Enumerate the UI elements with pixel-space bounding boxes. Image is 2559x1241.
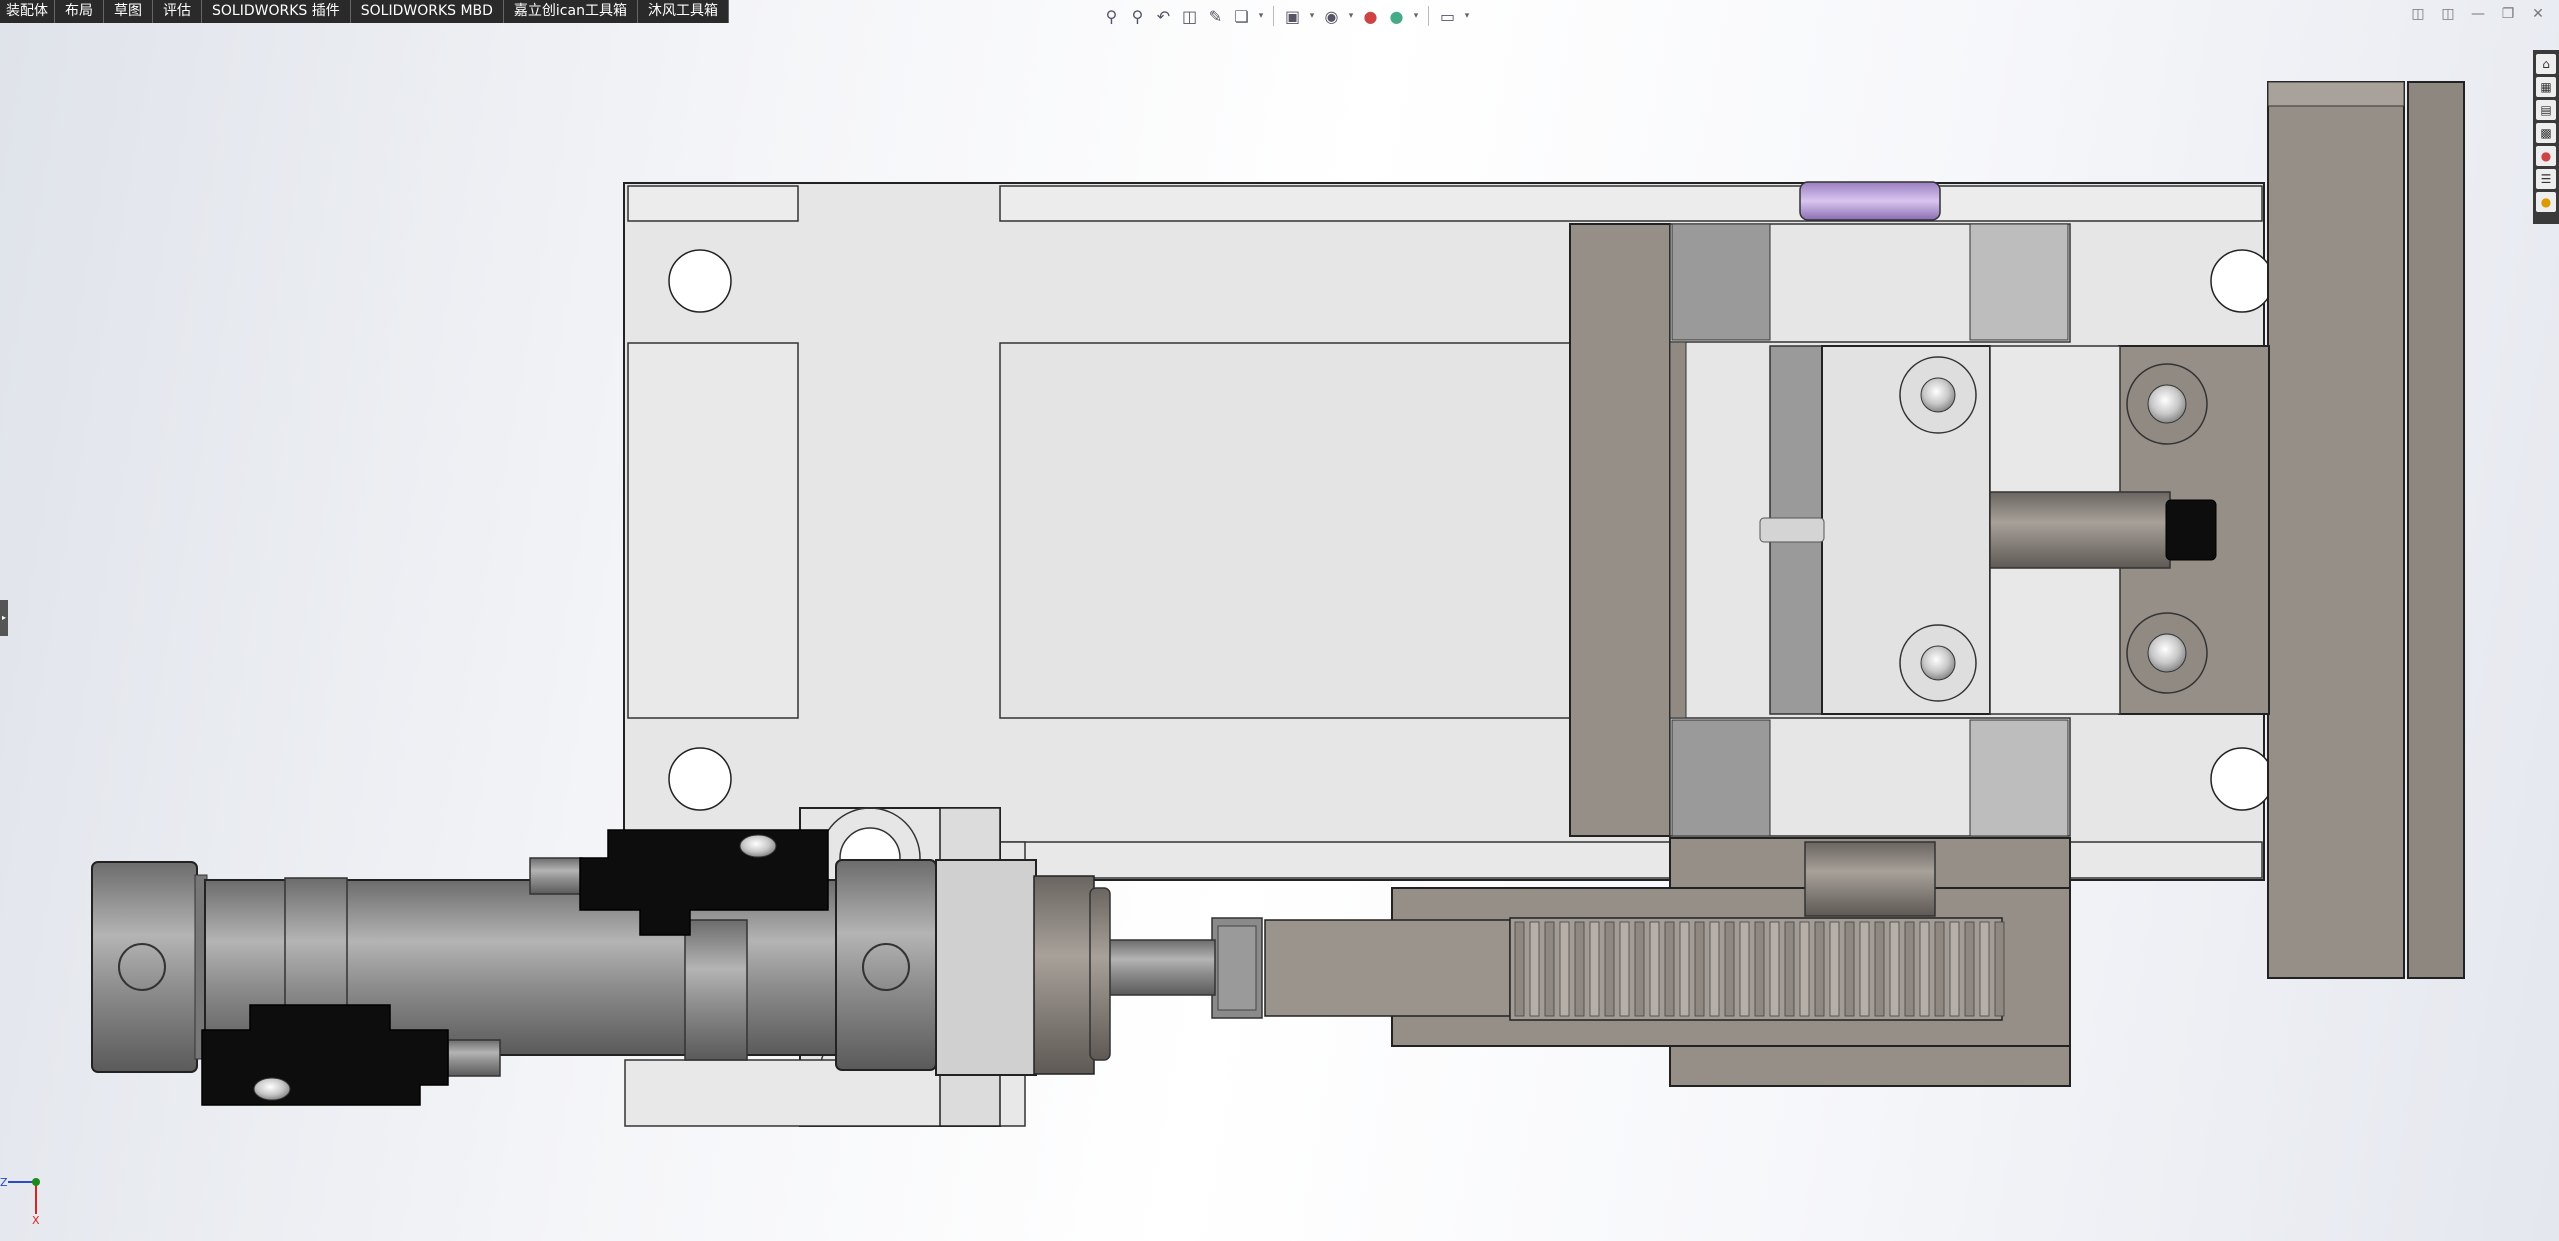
rack-tooth [1784,921,1795,1017]
rack-tooth [1529,921,1540,1017]
rack-tooth [1979,921,1990,1017]
rack-tooth [1619,921,1630,1017]
rack-tooth [1589,921,1600,1017]
rack-tooth [1769,921,1780,1017]
rack-tooth [1739,921,1750,1017]
rack-tooth [1934,921,1945,1017]
rack-tooth [1874,921,1885,1017]
rack-tooth [1559,921,1570,1017]
rack-tooth [1889,921,1900,1017]
rack-tooth [1949,921,1960,1017]
rack-tooth [1754,921,1765,1017]
rack-tooth [1724,921,1735,1017]
rack-tooth [1514,921,1525,1017]
rack-tooth [1604,921,1615,1017]
rack-tooth [1844,921,1855,1017]
rack-tooth [1694,921,1705,1017]
rack-tooth [1994,921,2005,1017]
rack-tooth [1664,921,1675,1017]
graphics-area[interactable] [0,0,2559,1241]
rack-tooth [1964,921,1975,1017]
rack-tooth [1814,921,1825,1017]
rack-tooth [1859,921,1870,1017]
rack-tooth [1829,921,1840,1017]
guide-bushing-top[interactable] [1799,181,1941,221]
triad-x-label: X [32,1214,40,1226]
rack-tooth [1634,921,1645,1017]
reference-triad: Z X [0,1176,40,1226]
rack-tooth [1649,921,1660,1017]
rack-tooth [1904,921,1915,1017]
rack-tooth [1799,921,1810,1017]
rack-tooth [1709,921,1720,1017]
rack-tooth [1544,921,1555,1017]
triad-z-label: Z [0,1176,8,1189]
rack-tooth [1919,921,1930,1017]
rack-tooth [1574,921,1585,1017]
rack-tooth [1679,921,1690,1017]
